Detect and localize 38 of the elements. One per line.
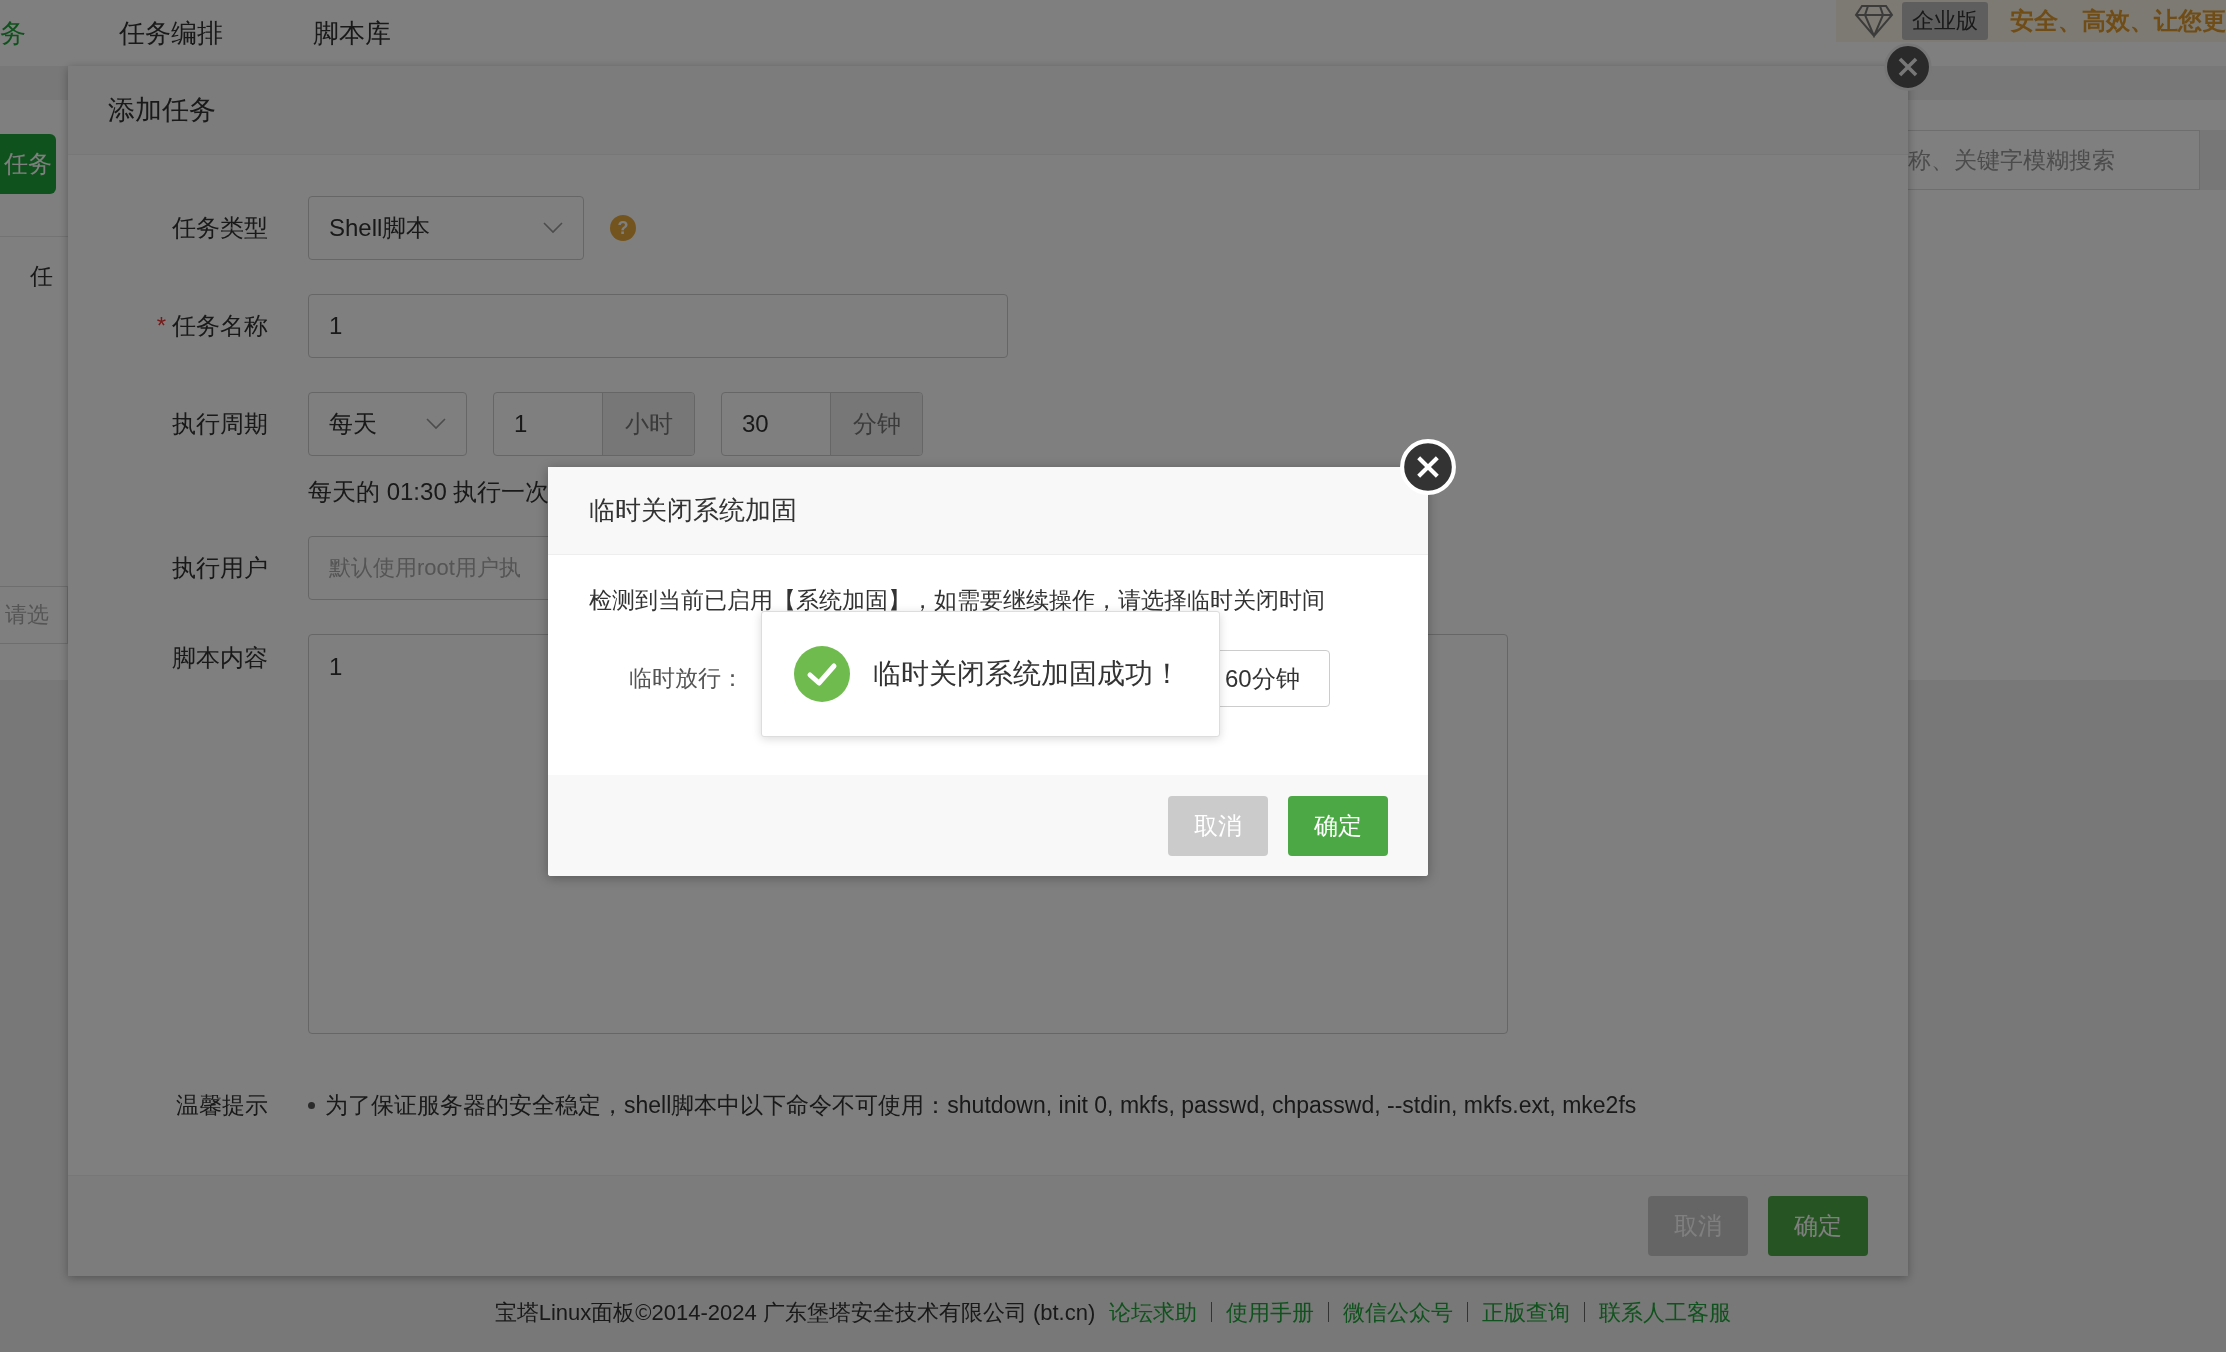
toast-message: 临时关闭系统加固成功！ [873,657,1181,691]
footer-link[interactable]: 微信公众号 [1343,1298,1454,1328]
check-icon [794,646,850,702]
period-select[interactable]: 每天 [308,392,467,456]
hour-input[interactable]: 1 小时 [493,392,695,456]
dialog-title: 临时关闭系统加固 [548,467,1428,555]
nav-tab[interactable]: 任务编排 [119,15,223,51]
footer-link[interactable]: 论坛求助 [1109,1298,1198,1328]
add-task-button[interactable]: 任务 [0,134,56,194]
caret-icon [543,222,563,234]
confirm-button[interactable]: 确定 [1288,795,1388,856]
field-label: 临时放行： [629,664,744,693]
nav-tab[interactable]: 脚本库 [313,15,391,51]
footer-link[interactable]: 联系人工客服 [1599,1298,1732,1328]
footer-link[interactable]: 使用手册 [1226,1298,1315,1328]
field-label: 执行用户 [171,553,268,583]
minute-input[interactable]: 30 分钟 [721,392,923,456]
edition-badge: 企业版 [1902,2,1988,40]
tip-text: 为了保证服务器的安全稳定，shell脚本中以下命令不可使用：shutdown, init 0, mkfs, passwd, chpasswd, --stdin, mkfs.ext, mke2fs [325,1091,1637,1120]
schedule-hint: 每天的 01:30 执行一次 [308,477,551,507]
field-label: * 任务名称 [155,311,268,341]
diamond-icon [1854,4,1894,38]
field-label: 脚本内容 [171,643,268,673]
copyright-text: 宝塔Linux面板©2014-2024 广东堡塔安全技术有限公司 (bt.cn) [494,1299,1096,1327]
nav-tab[interactable]: 务 [0,15,26,51]
footer-link[interactable]: 正版查询 [1482,1298,1571,1328]
caret-icon [426,418,446,430]
task-name-input[interactable]: 1 [308,294,1008,358]
slogan-text: 安全、高效、让您更 [2010,6,2226,36]
help-icon[interactable]: ? [610,215,636,241]
confirm-button[interactable]: 确定 [1768,1196,1868,1256]
field-label: 执行周期 [171,409,268,439]
field-label: 温馨提示 [175,1091,268,1120]
field-label: 任务类型 [171,213,268,243]
dialog-message: 检测到当前已启用【系统加固】，如需要继续操作，请选择临时关闭时间 [589,586,1326,615]
modal-title: 添加任务 [68,66,1908,155]
bullet-icon [308,1102,315,1109]
task-type-select[interactable]: Shell脚本 [308,196,584,260]
